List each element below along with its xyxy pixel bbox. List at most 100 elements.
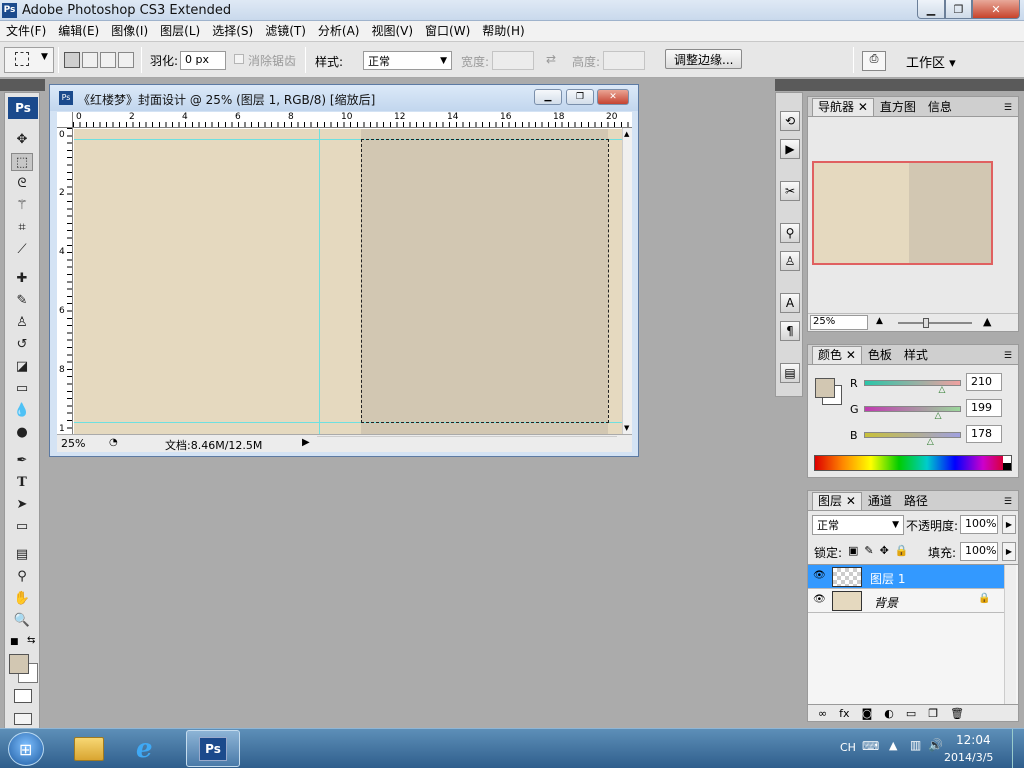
- notes-tool-icon[interactable]: ▤: [11, 546, 33, 564]
- swap-icon[interactable]: ⇄: [546, 52, 556, 66]
- foreground-color-chip[interactable]: [815, 378, 835, 398]
- horizontal-scrollbar[interactable]: [317, 436, 617, 450]
- panel-menu-icon[interactable]: ☰: [1004, 497, 1012, 507]
- volume-icon[interactable]: 🔊: [928, 738, 943, 752]
- gradient-tool-icon[interactable]: ▭: [11, 380, 33, 398]
- blur-tool-icon[interactable]: 💧: [11, 402, 33, 420]
- shape-tool-icon[interactable]: ▭: [11, 518, 33, 536]
- tab-swatches[interactable]: 色板: [862, 346, 898, 364]
- history-panel-icon[interactable]: ⟲: [780, 111, 800, 131]
- clock-date[interactable]: 2014/3/5: [944, 751, 993, 764]
- panel-menu-icon[interactable]: ☰: [1004, 103, 1012, 113]
- dock-header[interactable]: [775, 79, 1024, 91]
- brushes-panel-icon[interactable]: ⚲: [780, 223, 800, 243]
- network-icon[interactable]: ▥: [910, 738, 921, 752]
- swap-colors-icon[interactable]: ⇆: [27, 635, 35, 646]
- actions-panel-icon[interactable]: ▶: [780, 139, 800, 159]
- marquee-selection[interactable]: [361, 139, 609, 423]
- screen-mode-icon[interactable]: [14, 713, 32, 725]
- status-menu-icon[interactable]: ◔: [109, 437, 118, 448]
- quick-mask-icon[interactable]: [14, 689, 32, 703]
- default-colors-icon[interactable]: ■: [10, 637, 19, 647]
- tab-navigator[interactable]: 导航器 ✕: [812, 98, 874, 116]
- color-spectrum-bar[interactable]: [814, 455, 1012, 471]
- eye-icon[interactable]: 👁: [813, 570, 826, 581]
- document-title-bar[interactable]: Ps 《红楼梦》封面设计 @ 25% (图层 1, RGB/8) [缩放后] ▁…: [50, 85, 638, 111]
- vertical-scrollbar[interactable]: ▲ ▼: [622, 128, 632, 434]
- blue-slider-thumb[interactable]: △: [927, 437, 934, 447]
- layers-scrollbar[interactable]: [1004, 565, 1016, 705]
- panel-menu-icon[interactable]: ☰: [1004, 351, 1012, 361]
- menu-file[interactable]: 文件(F): [0, 21, 52, 42]
- layer-comps-icon[interactable]: ▤: [780, 363, 800, 383]
- tab-color[interactable]: 颜色 ✕: [812, 346, 862, 364]
- close-button[interactable]: ✕: [972, 0, 1020, 19]
- layer-row[interactable]: 👁 背景 🔒: [808, 589, 1004, 613]
- clock-time[interactable]: 12:04: [956, 733, 991, 747]
- navigator-zoom-input[interactable]: 25%: [810, 315, 868, 330]
- lasso-tool-icon[interactable]: ᘓ: [11, 175, 33, 193]
- workspace-menu[interactable]: 工作区 ▾: [906, 52, 956, 71]
- link-layers-icon[interactable]: ∞: [818, 707, 827, 720]
- refine-edge-button[interactable]: 调整边缘...: [665, 49, 743, 69]
- style-select[interactable]: 正常 ▼: [363, 51, 452, 70]
- dodge-tool-icon[interactable]: ●: [11, 424, 33, 442]
- menu-analysis[interactable]: 分析(A): [312, 21, 366, 42]
- guide-vertical[interactable]: [319, 129, 320, 434]
- fx-icon[interactable]: fx: [839, 707, 849, 720]
- status-arrow-icon[interactable]: ▶: [302, 437, 310, 448]
- keyboard-icon[interactable]: ⌨: [862, 739, 879, 753]
- menu-view[interactable]: 视图(V): [365, 21, 419, 42]
- healing-brush-tool-icon[interactable]: ✚: [11, 270, 33, 288]
- zoom-field[interactable]: 25%: [61, 437, 101, 450]
- green-slider[interactable]: [864, 406, 961, 412]
- vertical-ruler[interactable]: 0 2 4 6 8 1: [57, 128, 73, 434]
- tab-channels[interactable]: 通道: [862, 492, 898, 510]
- trash-icon[interactable]: 🗑: [950, 707, 964, 720]
- menu-layer[interactable]: 图层(L): [154, 21, 206, 42]
- width-input[interactable]: [492, 51, 534, 70]
- tab-info[interactable]: 信息: [922, 98, 958, 116]
- tab-histogram[interactable]: 直方图: [874, 98, 922, 116]
- zoom-in-icon[interactable]: ▲: [983, 315, 991, 328]
- height-input[interactable]: [603, 51, 645, 70]
- add-selection-icon[interactable]: [82, 52, 98, 68]
- paragraph-panel-icon[interactable]: ¶: [780, 321, 800, 341]
- menu-help[interactable]: 帮助(H): [476, 21, 530, 42]
- fill-slider-arrow[interactable]: ▶: [1002, 542, 1016, 561]
- pen-tool-icon[interactable]: ✒: [11, 452, 33, 470]
- lock-icons[interactable]: ▣✎✥🔒: [848, 544, 915, 557]
- hand-tool-icon[interactable]: ✋: [11, 590, 33, 608]
- ruler-origin[interactable]: [57, 112, 73, 128]
- move-tool-icon[interactable]: ✥: [11, 131, 33, 149]
- foreground-color-swatch[interactable]: [9, 654, 29, 674]
- horizontal-ruler[interactable]: 0 2 4 6 8 10 12 14 16 18 20: [73, 112, 632, 128]
- new-layer-icon[interactable]: ❐: [928, 707, 938, 720]
- red-input[interactable]: 210: [966, 373, 1002, 391]
- slice-tool-icon[interactable]: ⟋: [11, 241, 33, 259]
- minimize-button[interactable]: ▁: [917, 0, 945, 19]
- show-hidden-icons-icon[interactable]: ▲: [889, 739, 897, 752]
- tool-preset-picker[interactable]: ▼: [4, 47, 54, 73]
- zoom-slider-handle[interactable]: [923, 318, 929, 328]
- zoom-slider[interactable]: [898, 322, 972, 324]
- path-selection-tool-icon[interactable]: ➤: [11, 496, 33, 514]
- menu-image[interactable]: 图像(I): [105, 21, 154, 42]
- clone-stamp-tool-icon[interactable]: ♙: [11, 314, 33, 332]
- menu-filter[interactable]: 滤镜(T): [259, 21, 312, 42]
- toolbox-header[interactable]: [0, 79, 45, 91]
- feather-input[interactable]: 0 px: [180, 51, 226, 70]
- blend-mode-select[interactable]: 正常 ▼: [812, 515, 904, 535]
- menu-select[interactable]: 选择(S): [206, 21, 259, 42]
- tool-presets-icon[interactable]: ✂: [780, 181, 800, 201]
- subtract-selection-icon[interactable]: [100, 52, 116, 68]
- tab-styles[interactable]: 样式: [898, 346, 934, 364]
- green-input[interactable]: 199: [966, 399, 1002, 417]
- bridge-icon[interactable]: ⎙: [862, 51, 886, 71]
- taskbar-app-explorer[interactable]: [66, 731, 114, 767]
- maximize-button[interactable]: ❐: [945, 0, 972, 19]
- blue-slider[interactable]: [864, 432, 961, 438]
- adjustment-layer-icon[interactable]: ◐: [884, 707, 894, 720]
- navigator-preview[interactable]: [812, 161, 993, 265]
- taskbar-app-photoshop[interactable]: Ps: [186, 730, 240, 767]
